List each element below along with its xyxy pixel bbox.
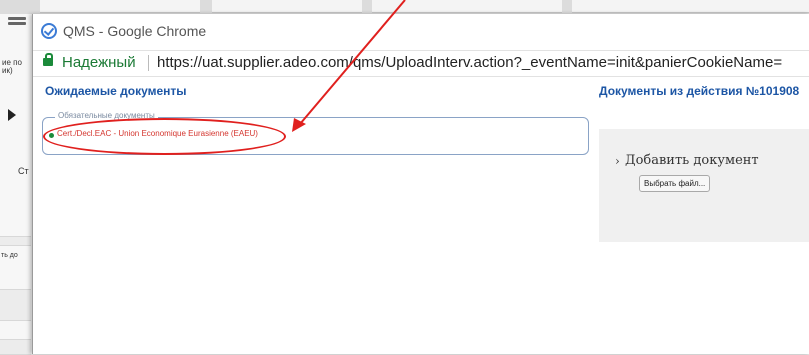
- background-tab: [572, 0, 809, 13]
- background-text: ик): [2, 67, 13, 75]
- security-label[interactable]: Надежный: [62, 54, 136, 71]
- background-tab: [212, 0, 362, 13]
- upload-panel: › Добавить документ Выбрать файл...: [599, 129, 809, 242]
- background-text: ие по: [2, 59, 22, 67]
- lock-icon[interactable]: [43, 53, 53, 66]
- background-page-header: [0, 0, 809, 14]
- background-row: [0, 339, 31, 355]
- url-text[interactable]: https://uat.supplier.adeo.com/qms/Upload…: [157, 54, 782, 71]
- expected-docs-heading: Ожидаемые документы: [45, 84, 187, 98]
- qms-check-icon: [41, 23, 57, 39]
- background-row: [0, 236, 31, 246]
- background-page-sidebar: ие по ик) Ст ть до: [0, 14, 33, 355]
- window-titlebar[interactable]: QMS - Google Chrome: [33, 14, 809, 47]
- chrome-popup-window: QMS - Google Chrome Надежный https://uat…: [32, 14, 809, 354]
- annotation-ellipse: [43, 118, 286, 155]
- action-docs-heading: Документы из действия №101908: [599, 84, 800, 98]
- play-icon: [8, 109, 16, 121]
- add-document-label: Добавить документ: [625, 153, 759, 168]
- chevron-right-icon: ›: [615, 154, 620, 168]
- address-bar[interactable]: Надежный https://uat.supplier.adeo.com/q…: [33, 50, 809, 77]
- background-row: [0, 289, 31, 321]
- address-separator: [148, 55, 149, 71]
- background-tab: [372, 0, 562, 13]
- background-text: ть до: [1, 252, 18, 259]
- menu-icon: [8, 17, 26, 20]
- background-tab: [40, 0, 200, 13]
- choose-file-button[interactable]: Выбрать файл...: [639, 175, 711, 192]
- window-title: QMS - Google Chrome: [63, 23, 207, 39]
